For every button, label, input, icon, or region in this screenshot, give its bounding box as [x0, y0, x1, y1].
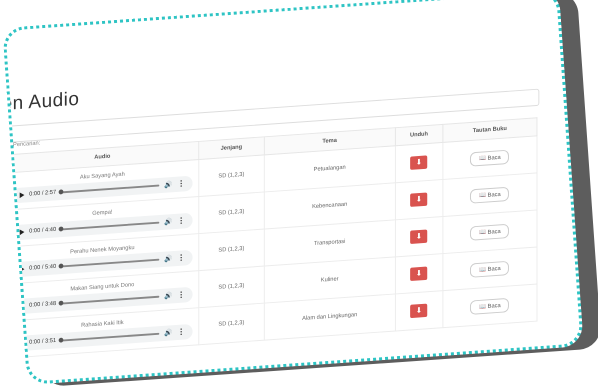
- book-icon: 📖: [478, 155, 488, 162]
- kebab-icon[interactable]: ⋮: [177, 179, 185, 188]
- audio-progress-slider[interactable]: [60, 184, 160, 193]
- audio-progress-slider[interactable]: [60, 295, 160, 305]
- kebab-icon[interactable]: ⋮: [177, 253, 185, 262]
- download-icon[interactable]: ⬇: [410, 266, 428, 282]
- page-title: en Audio: [2, 88, 80, 115]
- tema-cell: Alam dan Lingkungan: [264, 293, 396, 341]
- play-icon[interactable]: [19, 302, 25, 309]
- audio-time: 0:00 / 3:48: [29, 300, 57, 309]
- play-icon[interactable]: [19, 191, 25, 198]
- volume-icon[interactable]: 🔊: [164, 254, 172, 262]
- play-icon[interactable]: [19, 228, 25, 235]
- read-button[interactable]: 📖 Baca: [470, 149, 510, 167]
- audio-time: 0:00 / 2:57: [29, 189, 57, 198]
- read-button-label: Baca: [487, 191, 501, 199]
- audio-progress-slider[interactable]: [60, 332, 160, 342]
- read-button-label: Baca: [487, 228, 501, 236]
- kebab-icon[interactable]: ⋮: [177, 290, 185, 299]
- read-button[interactable]: 📖 Baca: [470, 297, 510, 315]
- jenjang-cell: SD (1,2,3): [198, 303, 265, 345]
- play-icon[interactable]: [19, 339, 25, 346]
- read-button-label: Baca: [487, 302, 501, 310]
- read-button[interactable]: 📖 Baca: [470, 223, 510, 241]
- volume-icon[interactable]: 🔊: [164, 217, 172, 225]
- volume-icon[interactable]: 🔊: [164, 329, 172, 336]
- download-icon[interactable]: ⬇: [410, 303, 428, 319]
- volume-icon[interactable]: 🔊: [164, 291, 172, 299]
- jenjang-cell: SD (1,2,3): [198, 266, 265, 308]
- kebab-icon[interactable]: ⋮: [177, 216, 185, 225]
- unduh-cell: ⬇: [395, 253, 443, 294]
- jenjang-cell: SD (1,2,3): [198, 191, 265, 234]
- download-icon[interactable]: ⬇: [410, 229, 428, 244]
- unduh-cell: ⬇: [395, 216, 443, 257]
- audio-time: 0:00 / 5:40: [29, 263, 57, 272]
- audio-progress-slider[interactable]: [60, 221, 160, 230]
- audio-progress-slider[interactable]: [60, 258, 160, 267]
- kebab-icon[interactable]: ⋮: [177, 327, 185, 336]
- tautan-cell: 📖 Baca: [442, 284, 537, 328]
- read-button-label: Baca: [487, 265, 501, 273]
- download-icon[interactable]: ⬇: [410, 192, 428, 207]
- read-button[interactable]: 📖 Baca: [470, 260, 510, 278]
- unduh-cell: ⬇: [395, 179, 443, 220]
- read-button-label: Baca: [487, 154, 501, 162]
- unduh-cell: ⬇: [395, 142, 443, 183]
- screenshot-frame: en Audio Pencarian: Audio Jenjang Tema U…: [2, 0, 584, 386]
- jenjang-cell: SD (1,2,3): [198, 229, 265, 271]
- search-label: Pencarian:: [13, 140, 41, 149]
- book-icon: 📖: [478, 303, 488, 310]
- jenjang-cell: SD (1,2,3): [198, 154, 265, 197]
- book-icon: 📖: [478, 229, 488, 236]
- download-icon[interactable]: ⬇: [410, 155, 428, 170]
- page-content: en Audio Pencarian: Audio Jenjang Tema U…: [2, 0, 549, 379]
- unduh-cell: ⬇: [395, 290, 443, 332]
- audio-time: 0:00 / 3:51: [29, 337, 57, 346]
- volume-icon[interactable]: 🔊: [164, 180, 172, 188]
- book-icon: 📖: [478, 266, 488, 273]
- play-icon[interactable]: [19, 265, 25, 272]
- audio-time: 0:00 / 4:40: [29, 226, 57, 235]
- read-button[interactable]: 📖 Baca: [470, 186, 510, 204]
- audio-table: Audio Jenjang Tema Unduh Tautan Buku Aku…: [5, 117, 537, 359]
- book-icon: 📖: [478, 192, 488, 199]
